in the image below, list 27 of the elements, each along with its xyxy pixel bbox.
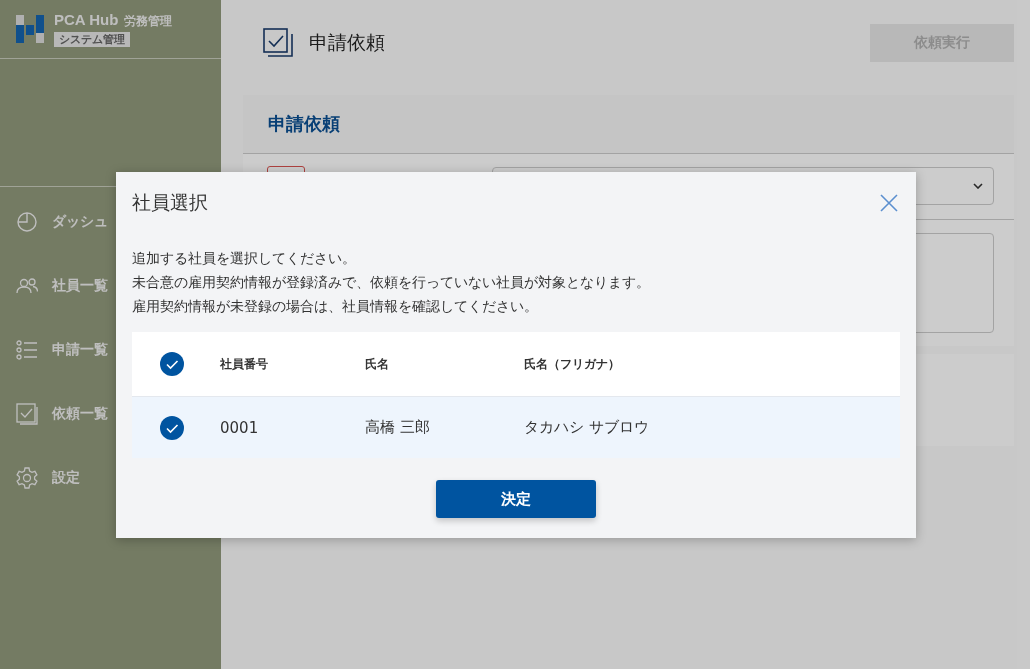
- confirm-button[interactable]: 決定: [436, 480, 596, 518]
- logo-icon: [16, 15, 46, 43]
- checkbox-icon: [263, 28, 293, 58]
- pie-chart-icon: [16, 211, 38, 233]
- column-header: 氏名（フリガナ）: [524, 355, 621, 373]
- checkbox[interactable]: [160, 415, 184, 440]
- brand-name: PCA Hub: [54, 11, 119, 28]
- table-cell-text: 0001: [220, 418, 260, 437]
- nav-item[interactable]: 申請一覧: [0, 337, 221, 363]
- column-header: 氏名: [365, 355, 390, 373]
- checkbox-icon: [16, 403, 38, 425]
- dialog-description: 追加する社員を選択してください。 未合意の雇用契約情報が登録済みで、依頼を行っていない社員が対象となります。 雇用契約情報が未登録の場合は、社員情報を確認してください。: [132, 249, 650, 316]
- nav-item[interactable]: 設定: [0, 465, 221, 491]
- close-icon[interactable]: [878, 192, 900, 214]
- checkbox[interactable]: [160, 352, 184, 376]
- product-name: 労務管理: [124, 13, 173, 30]
- list-icon: [16, 339, 38, 361]
- dialog-title: 社員選択: [132, 190, 208, 215]
- table-cell-text: 高橋 三郎: [365, 418, 431, 437]
- chevron-icon: [973, 183, 983, 190]
- table-cell-text: タカハシ サブロウ: [524, 418, 650, 437]
- nav-item[interactable]: 依頼一覧: [0, 401, 221, 427]
- card-title: 申請依頼: [243, 95, 1014, 154]
- column-header: 社員番号: [220, 355, 269, 373]
- system-badge: システム管理: [54, 32, 130, 47]
- page-title: 申請依頼: [309, 30, 385, 55]
- settings-icon: [16, 467, 38, 489]
